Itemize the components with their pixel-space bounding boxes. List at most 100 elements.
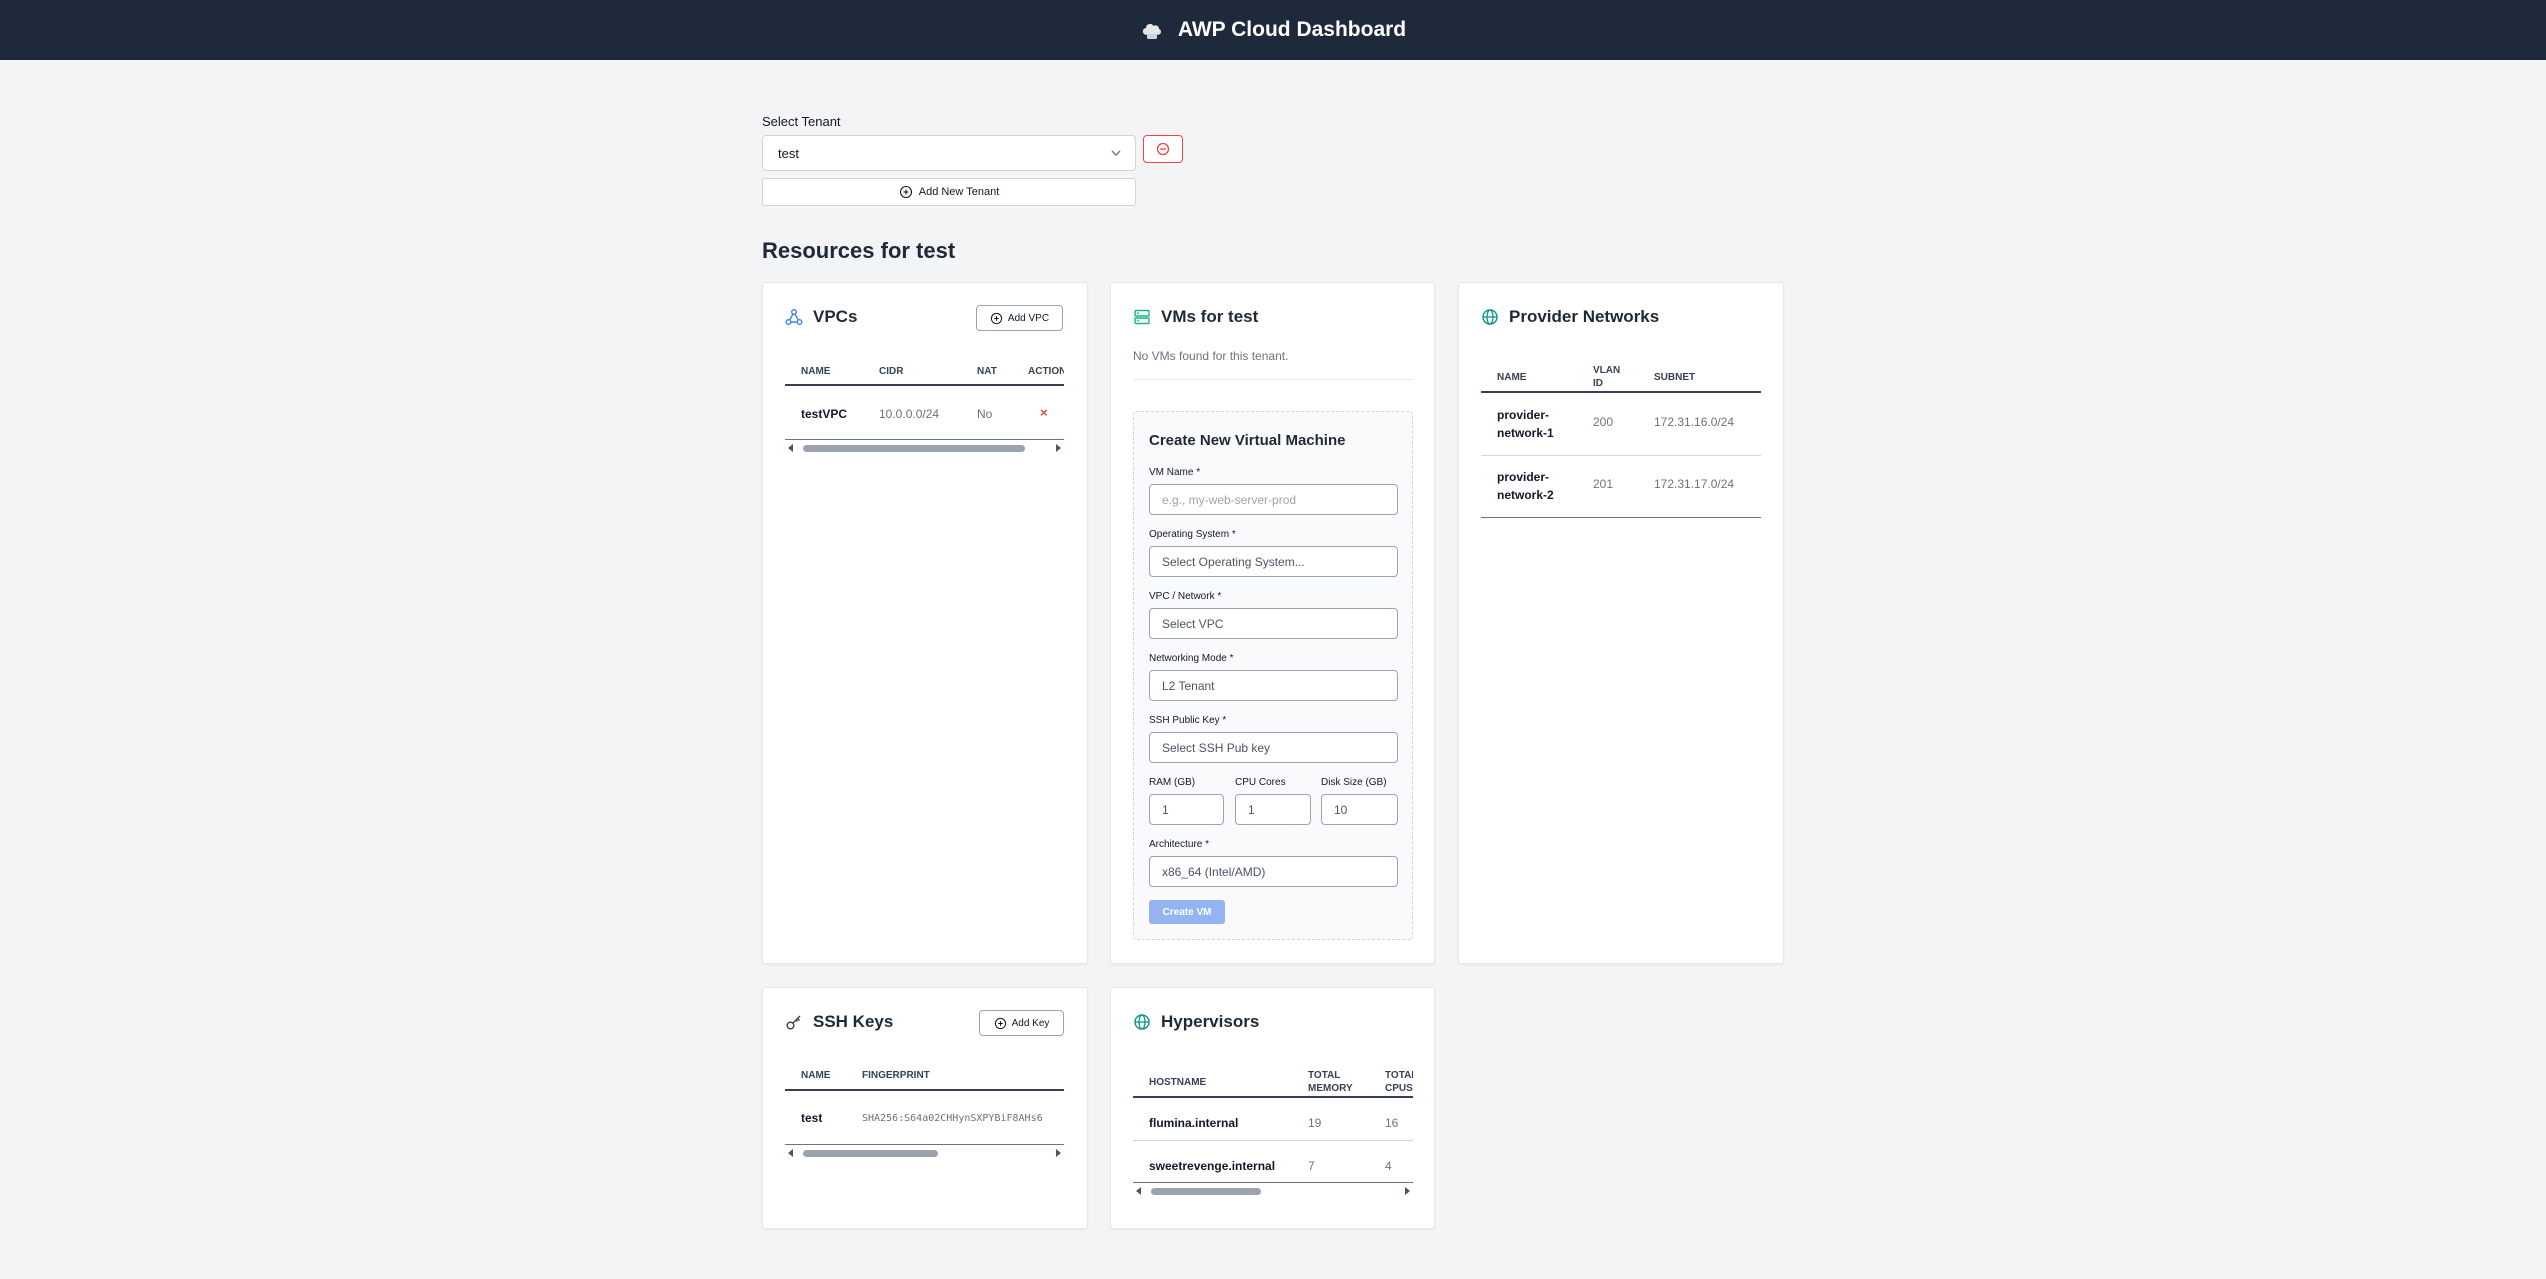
ssh-key-name: test xyxy=(801,1111,823,1125)
plus-circle-icon xyxy=(899,185,912,199)
hypervisors-table: HOSTNAME TOTAL MEMORY TOTAL CPUS flumina… xyxy=(1133,1056,1413,1206)
os-select[interactable]: Select Operating System... xyxy=(1149,546,1398,577)
hypervisor-cpus: 16 xyxy=(1385,1116,1399,1130)
scroll-thumb[interactable] xyxy=(803,445,1025,452)
scroll-left-icon[interactable] xyxy=(788,1149,793,1157)
col-vlan-id: VLAN ID xyxy=(1593,365,1621,389)
vms-header: VMs for test xyxy=(1133,307,1258,327)
add-tenant-label: Add New Tenant xyxy=(918,186,1000,198)
vpc-nat: No xyxy=(977,407,993,421)
add-key-button[interactable]: Add Key xyxy=(979,1010,1064,1036)
scroll-right-icon[interactable] xyxy=(1056,1149,1061,1157)
network-name: provider-network-1 xyxy=(1497,408,1554,440)
hypervisor-cpus: 4 xyxy=(1385,1159,1392,1173)
hypervisor-hostname: flumina.internal xyxy=(1149,1116,1239,1130)
resources-title: Resources for test xyxy=(762,238,956,263)
hypervisors-title: Hypervisors xyxy=(1161,1012,1260,1031)
row-divider xyxy=(1133,1182,1413,1183)
scroll-right-icon[interactable] xyxy=(1405,1187,1410,1195)
ssh-keys-table-header: NAME FINGERPRINT xyxy=(785,1056,1064,1091)
hypervisor-memory: 7 xyxy=(1308,1159,1315,1173)
hypervisors-table-header: HOSTNAME TOTAL MEMORY TOTAL CPUS xyxy=(1133,1056,1413,1098)
networking-mode-select[interactable]: L2 Tenant xyxy=(1149,670,1398,701)
ssh-keys-header: SSH Keys xyxy=(785,1012,893,1032)
tenant-select-value: test xyxy=(778,145,799,161)
chevron-down-icon xyxy=(1111,150,1121,156)
vpc-network-label: VPC / Network * xyxy=(1149,591,1222,602)
add-vpc-button[interactable]: Add VPC xyxy=(976,305,1063,331)
disk-input[interactable]: 10 xyxy=(1321,794,1398,825)
add-tenant-button[interactable]: Add New Tenant xyxy=(762,178,1136,206)
hypervisor-memory: 19 xyxy=(1308,1116,1322,1130)
divider xyxy=(1133,379,1413,380)
scroll-right-icon[interactable] xyxy=(1056,444,1061,452)
row-divider xyxy=(1133,1140,1413,1141)
create-vm-form: Create New Virtual Machine VM Name * e.g… xyxy=(1133,411,1413,940)
provider-networks-card: Provider Networks NAME VLAN ID SUBNET pr… xyxy=(1458,282,1784,964)
tenant-select[interactable]: test xyxy=(762,135,1136,171)
architecture-select[interactable]: x86_64 (Intel/AMD) xyxy=(1149,856,1398,887)
globe-icon xyxy=(1482,309,1498,325)
vpcs-card: VPCs Add VPC NAME CIDR NAT ACTIONS testV… xyxy=(762,282,1088,964)
col-nat: NAT xyxy=(977,366,997,377)
ssh-key-label: SSH Public Key * xyxy=(1149,715,1227,726)
tenant-label: Select Tenant xyxy=(762,114,841,129)
top-bar: AWP Cloud Dashboard xyxy=(0,0,2546,60)
vpcs-table: NAME CIDR NAT ACTIONS testVPC 10.0.0.0/2… xyxy=(785,351,1064,456)
horizontal-scrollbar[interactable] xyxy=(785,1147,1064,1159)
horizontal-scrollbar[interactable] xyxy=(785,442,1064,454)
ram-input[interactable]: 1 xyxy=(1149,794,1224,825)
vpc-select[interactable]: Select VPC xyxy=(1149,608,1398,639)
cpu-label: CPU Cores xyxy=(1235,777,1286,788)
vms-empty-text: No VMs found for this tenant. xyxy=(1133,349,1289,363)
vm-name-input[interactable]: e.g., my-web-server-prod xyxy=(1149,484,1398,515)
remove-tenant-button[interactable] xyxy=(1143,135,1183,163)
ram-label: RAM (GB) xyxy=(1149,777,1196,788)
scroll-thumb[interactable] xyxy=(803,1150,938,1157)
provider-networks-table: NAME VLAN ID SUBNET provider-network-1 2… xyxy=(1481,351,1761,551)
scroll-thumb[interactable] xyxy=(1151,1188,1261,1195)
col-name: NAME xyxy=(801,366,831,377)
col-name: NAME xyxy=(1497,372,1527,383)
row-divider xyxy=(785,439,1064,440)
globe-icon xyxy=(1134,1014,1150,1030)
col-cidr: CIDR xyxy=(879,366,904,377)
minus-circle-icon xyxy=(1156,142,1170,156)
hypervisors-card: Hypervisors HOSTNAME TOTAL MEMORY TOTAL … xyxy=(1110,987,1435,1229)
provider-networks-title: Provider Networks xyxy=(1509,307,1660,326)
hypervisor-hostname: sweetrevenge.internal xyxy=(1149,1159,1276,1173)
col-actions: ACTIONS xyxy=(1028,366,1064,377)
row-divider xyxy=(1481,517,1761,518)
network-nodes-icon xyxy=(785,309,803,325)
vpcs-header: VPCs xyxy=(785,307,857,327)
vms-card: VMs for test No VMs found for this tenan… xyxy=(1110,282,1435,964)
delete-vpc-button[interactable]: × xyxy=(1040,405,1048,420)
network-name: provider-network-2 xyxy=(1497,470,1554,502)
horizontal-scrollbar[interactable] xyxy=(1133,1185,1413,1197)
server-icon xyxy=(1134,309,1150,325)
cloud-icon xyxy=(1142,23,1161,39)
ssh-keys-card: SSH Keys Add Key NAME FINGERPRINT test S… xyxy=(762,987,1088,1229)
cpu-input[interactable]: 1 xyxy=(1235,794,1311,825)
scroll-left-icon[interactable] xyxy=(788,444,793,452)
col-subnet: SUBNET xyxy=(1654,372,1696,383)
os-label: Operating System * xyxy=(1149,529,1236,540)
create-vm-button[interactable]: Create VM xyxy=(1149,900,1225,924)
vpc-name: testVPC xyxy=(801,407,848,421)
networking-mode-label: Networking Mode * xyxy=(1149,653,1234,664)
vpcs-table-header: NAME CIDR NAT ACTIONS xyxy=(785,351,1064,386)
create-vm-title: Create New Virtual Machine xyxy=(1149,432,1346,449)
vpc-cidr: 10.0.0.0/24 xyxy=(879,407,940,421)
key-icon xyxy=(786,1015,801,1030)
col-total-cpus: TOTAL CPUS xyxy=(1385,1070,1413,1094)
scroll-left-icon[interactable] xyxy=(1136,1187,1141,1195)
ssh-key-select[interactable]: Select SSH Pub key xyxy=(1149,732,1398,763)
disk-label: Disk Size (GB) xyxy=(1321,777,1387,788)
plus-circle-icon xyxy=(994,1017,1006,1029)
network-vlan: 201 xyxy=(1593,477,1614,491)
ssh-keys-table: NAME FINGERPRINT test SHA256:S64a02CHHyn… xyxy=(785,1056,1064,1161)
col-total-memory: TOTAL MEMORY xyxy=(1308,1070,1353,1094)
network-vlan: 200 xyxy=(1593,415,1614,429)
ssh-keys-title: SSH Keys xyxy=(813,1012,894,1031)
col-fingerprint: FINGERPRINT xyxy=(862,1070,930,1081)
